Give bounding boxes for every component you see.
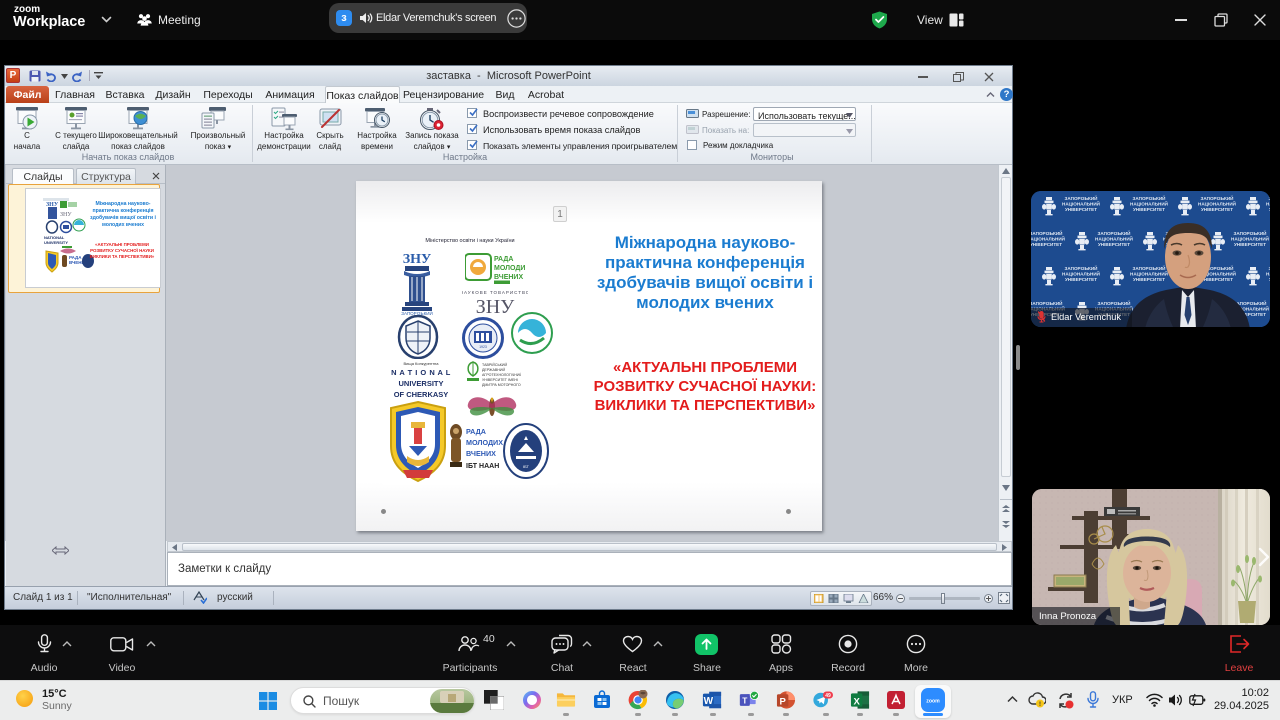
svg-text:UNIVERSITY: UNIVERSITY [398, 379, 443, 388]
svg-text:НАУКОВЕ ТОВАРИСТВО: НАУКОВЕ ТОВАРИСТВО [462, 290, 528, 295]
svg-text:ЗНУ: ЗНУ [403, 252, 432, 267]
svg-text:Міжнародна науково-: Міжнародна науково- [95, 201, 150, 207]
svg-text:Вища Конкурентна: Вища Конкурентна [404, 361, 440, 366]
svg-text:УНІВЕРСИТЕТ: УНІВЕРСИТЕТ [1065, 207, 1097, 212]
svg-text:Eldar Veremchuk: Eldar Veremchuk [1051, 312, 1121, 322]
svg-text:X: X [853, 696, 860, 707]
svg-text:N A T I O N A L: N A T I O N A L [391, 368, 451, 377]
svg-text:ВЧЕНИХ: ВЧЕНИХ [466, 449, 496, 458]
svg-text:T: T [742, 695, 747, 705]
svg-text:ТАВРІЙСЬКИЙ: ТАВРІЙСЬКИЙ [482, 363, 507, 367]
svg-text:UNIVERSITY: UNIVERSITY [44, 240, 68, 245]
svg-text:РАДА: РАДА [466, 427, 486, 436]
svg-text:ЗНУ: ЗНУ [60, 212, 72, 218]
svg-text:!: ! [1039, 702, 1041, 708]
svg-text:РАДА: РАДА [494, 256, 513, 263]
svg-text:МОЛОДИХ: МОЛОДИХ [494, 265, 525, 272]
svg-text:МОЛОДИХ: МОЛОДИХ [466, 438, 503, 447]
svg-text:zoom: zoom [926, 699, 940, 705]
svg-text:здобувачів вищої освіти і: здобувачів вищої освіти і [90, 214, 157, 221]
svg-text:практична конференція: практична конференція [92, 207, 153, 214]
svg-text:ВЧЕНИХ: ВЧЕНИХ [494, 274, 523, 281]
svg-text:«АКТУАЛЬНІ ПРОБЛЕМИ: «АКТУАЛЬНІ ПРОБЛЕМИ [95, 242, 149, 247]
svg-text:49: 49 [825, 693, 831, 699]
svg-text:УНІВЕРСИТЕТ ІМЕНІ: УНІВЕРСИТЕТ ІМЕНІ [482, 378, 518, 382]
svg-text:W: W [704, 696, 714, 707]
svg-text:ЗАПОРІЗЬКИЙ: ЗАПОРІЗЬКИЙ [1065, 194, 1098, 201]
svg-text:ДМИТРА МОТОРНОГО: ДМИТРА МОТОРНОГО [482, 383, 521, 387]
svg-text:1923: 1923 [479, 345, 487, 349]
svg-text:молодих вчених: молодих вчених [102, 222, 144, 228]
svg-text:Inna Pronoza: Inna Pronoza [1039, 611, 1097, 622]
svg-text:ДЕРЖАВНИЙ: ДЕРЖАВНИЙ [482, 368, 505, 372]
svg-text:ВИКЛИКИ ТА ПЕРСПЕКТИВИ»: ВИКЛИКИ ТА ПЕРСПЕКТИВИ» [90, 254, 155, 259]
svg-text:РОЗВИТКУ СУЧАСНОЇ НАУКИ: РОЗВИТКУ СУЧАСНОЇ НАУКИ [90, 248, 154, 253]
svg-text:OF CHERKASY: OF CHERKASY [394, 390, 449, 399]
svg-text:ІБТ: ІБТ [523, 464, 530, 469]
svg-text:P: P [779, 696, 786, 707]
svg-text:АГРОТЕХНОЛОГІЧНИЙ: АГРОТЕХНОЛОГІЧНИЙ [482, 373, 521, 377]
svg-text:ІБТ НААН: ІБТ НААН [466, 463, 499, 470]
svg-text:НАЦІОНАЛЬНИЙ: НАЦІОНАЛЬНИЙ [1062, 200, 1100, 207]
